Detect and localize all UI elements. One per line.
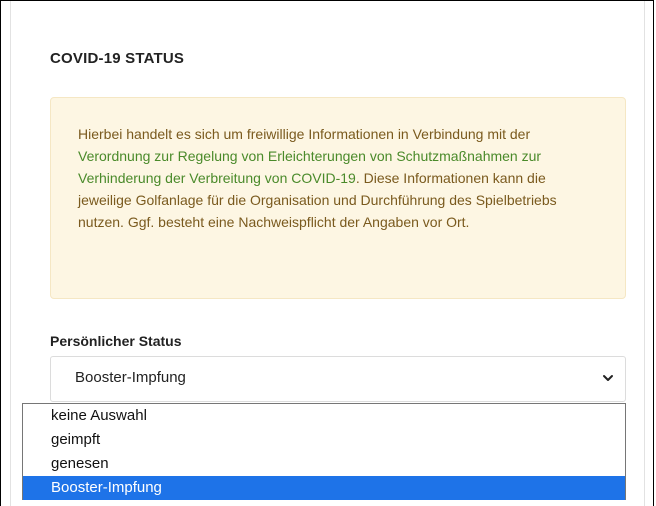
option-geimpft[interactable]: geimpft bbox=[23, 428, 625, 452]
status-dropdown-list: keine Auswahl geimpft genesen Booster-Im… bbox=[22, 403, 626, 500]
section-title: COVID-19 STATUS bbox=[50, 50, 185, 67]
status-select-value: Booster-Impfung bbox=[75, 369, 186, 386]
option-booster-impfung[interactable]: Booster-Impfung bbox=[23, 476, 625, 500]
option-keine-auswahl[interactable]: keine Auswahl bbox=[23, 404, 625, 428]
status-select[interactable]: Booster-Impfung bbox=[50, 356, 626, 402]
left-gutter-line bbox=[10, 1, 11, 506]
right-gutter-line bbox=[644, 1, 645, 506]
info-text-before: Hierbei handelt es sich um freiwillige I… bbox=[78, 126, 531, 142]
status-field-label: Persönlicher Status bbox=[50, 333, 182, 349]
info-notice-box: Hierbei handelt es sich um freiwillige I… bbox=[50, 97, 626, 299]
option-genesen[interactable]: genesen bbox=[23, 452, 625, 476]
chevron-down-icon bbox=[603, 375, 613, 381]
